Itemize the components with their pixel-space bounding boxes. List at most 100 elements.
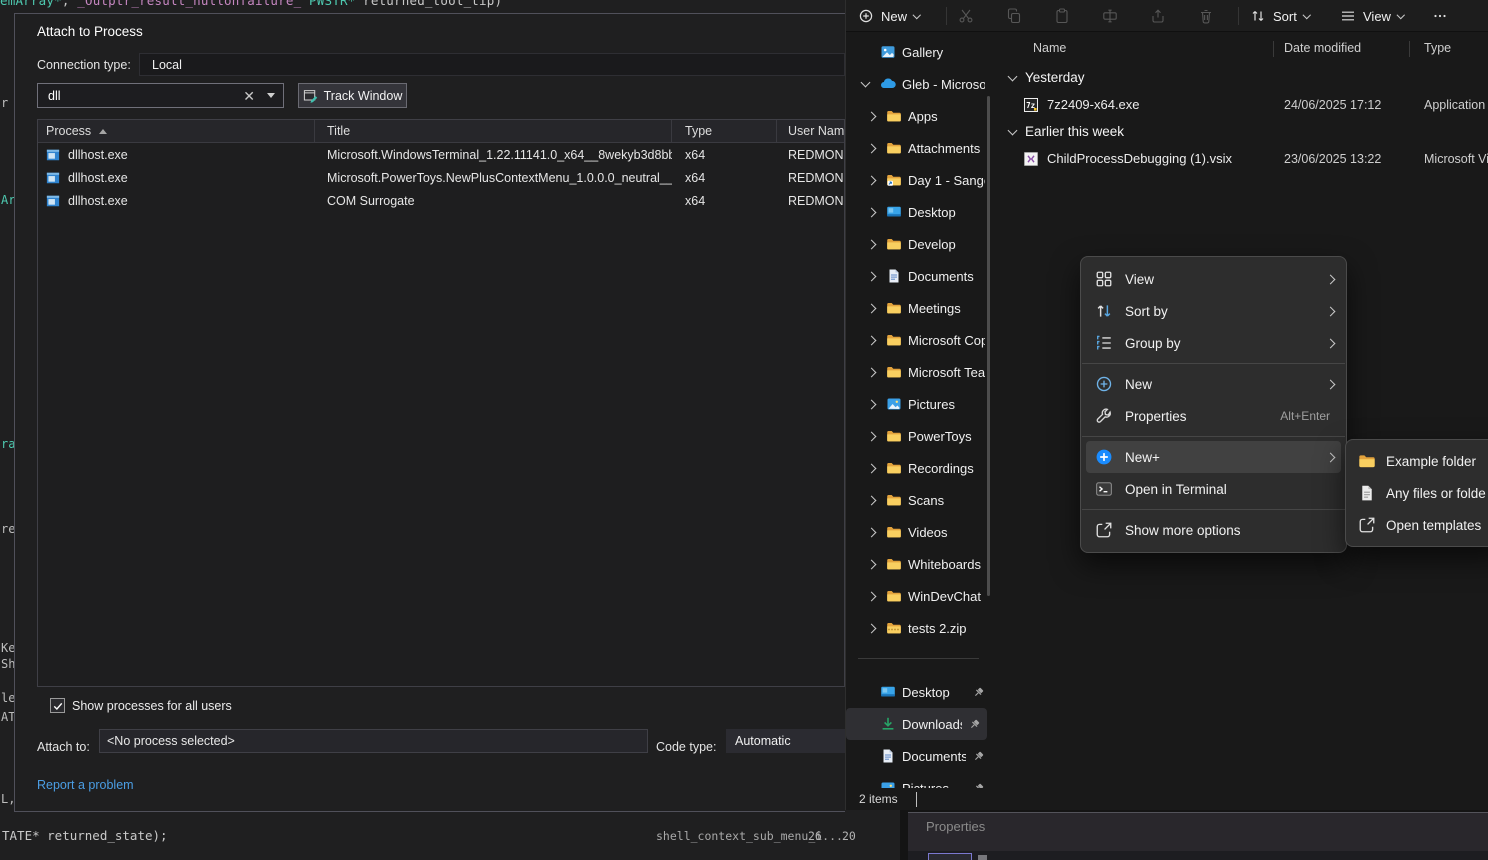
view-button[interactable]: View <box>1340 0 1403 32</box>
sidebar-item-pictures[interactable]: Pictures <box>846 388 991 420</box>
chevron-right-icon[interactable] <box>1326 338 1336 348</box>
sidebar-item-powertoys[interactable]: PowerToys <box>846 420 991 452</box>
sidebar-item-recordings[interactable]: Recordings <box>846 452 991 484</box>
column-header-user[interactable]: User Name <box>777 120 844 142</box>
code-type-field[interactable]: Automatic <box>726 729 845 753</box>
chevron-down-icon[interactable] <box>1008 71 1018 81</box>
file-row-childprocessdebugging-1-vsix[interactable]: ChildProcessDebugging (1).vsix23/06/2025… <box>991 145 1488 172</box>
file-group-yesterday[interactable]: Yesterday <box>991 64 1488 91</box>
properties-focused-control[interactable] <box>928 853 972 860</box>
sidebar-item-documents[interactable]: Documents <box>846 260 991 292</box>
process-filter-box[interactable]: ✕ <box>37 83 284 108</box>
clear-filter-icon[interactable]: ✕ <box>237 89 261 103</box>
track-window-button[interactable]: Track Window <box>298 83 407 108</box>
chevron-right-icon[interactable] <box>866 303 876 313</box>
menu-item-sort-by[interactable]: Sort by <box>1081 295 1346 327</box>
file-type: Microsoft Vi <box>1424 152 1488 166</box>
sidebar-item-microsoft-cop[interactable]: Microsoft Cop <box>846 324 991 356</box>
sidebar-item-apps[interactable]: Apps <box>846 100 991 132</box>
connection-type-combobox[interactable]: Local <box>139 53 845 76</box>
sidebar-item-downloads[interactable]: Downloads <box>846 708 987 740</box>
chevron-slot <box>862 369 880 376</box>
process-row-1[interactable]: dllhost.exeMicrosoft.WindowsTerminal_1.2… <box>38 143 844 166</box>
chevron-right-icon[interactable] <box>866 207 876 217</box>
chevron-right-icon[interactable] <box>1326 379 1336 389</box>
chevron-right-icon[interactable] <box>866 431 876 441</box>
menu-item-view[interactable]: View <box>1081 263 1346 295</box>
column-divider[interactable] <box>1409 41 1410 57</box>
file-row-7z2409-x64-exe[interactable]: 7z7z2409-x64.exe24/06/2025 17:12Applicat… <box>991 91 1488 118</box>
column-header-title[interactable]: Title <box>315 120 672 142</box>
chevron-right-icon[interactable] <box>866 367 876 377</box>
menu-item-show-more-options[interactable]: Show more options <box>1081 514 1346 546</box>
sidebar-item-whiteboards[interactable]: Whiteboards <box>846 548 991 580</box>
column-header-process[interactable]: Process <box>38 120 315 142</box>
menu-item-properties[interactable]: PropertiesAlt+Enter <box>1081 400 1346 432</box>
chevron-right-icon[interactable] <box>866 463 876 473</box>
chevron-right-icon[interactable] <box>866 527 876 537</box>
sidebar-item-day-1-sangee[interactable]: Day 1 - Sangee <box>846 164 991 196</box>
sidebar-item-windevchat-c[interactable]: WinDevChat c <box>846 580 991 612</box>
submenu-item-example-folder[interactable]: Example folder <box>1346 445 1488 477</box>
sidebar-item-microsoft-tear[interactable]: Microsoft Tear <box>846 356 991 388</box>
chevron-right-icon[interactable] <box>1326 452 1336 462</box>
code-type-label: Code type: <box>656 740 716 754</box>
column-header-type[interactable]: Type <box>1424 41 1451 55</box>
chevron-down-icon[interactable] <box>860 78 870 88</box>
properties-toolbar-icon[interactable] <box>978 855 987 860</box>
process-row-3[interactable]: dllhost.exeCOM Surrogatex64REDMOND <box>38 189 844 212</box>
sidebar-scrollbar[interactable] <box>987 96 990 596</box>
sidebar-item-videos[interactable]: Videos <box>846 516 991 548</box>
sidebar-item-develop[interactable]: Develop <box>846 228 991 260</box>
chevron-right-icon[interactable] <box>866 239 876 249</box>
view-lines-icon <box>1340 8 1356 24</box>
menu-item-new[interactable]: New+ <box>1086 441 1341 473</box>
report-a-problem-link[interactable]: Report a problem <box>37 778 134 792</box>
sort-button[interactable]: Sort <box>1250 0 1309 32</box>
chevron-right-icon[interactable] <box>866 111 876 121</box>
chevron-right-icon[interactable] <box>1326 306 1336 316</box>
submenu-item-any-files-or-folde[interactable]: Any files or folde <box>1346 477 1488 509</box>
paste-icon <box>1054 8 1070 24</box>
column-divider[interactable] <box>1273 41 1274 57</box>
sidebar-item-documents[interactable]: Documents <box>846 740 991 772</box>
menu-item-open-in-terminal[interactable]: Open in Terminal <box>1081 473 1346 505</box>
sidebar-item-tests-2-zip[interactable]: tests 2.zip <box>846 612 991 644</box>
chevron-down-icon[interactable] <box>1008 125 1018 135</box>
more-options-button[interactable] <box>1432 0 1448 32</box>
show-all-users-checkbox[interactable] <box>50 698 65 713</box>
column-header-type[interactable]: Type <box>672 120 777 142</box>
new-button[interactable]: New <box>858 0 920 32</box>
chevron-right-icon[interactable] <box>866 175 876 185</box>
file-group-earlier-this-week[interactable]: Earlier this week <box>991 118 1488 145</box>
column-header-name[interactable]: Name <box>1033 41 1066 55</box>
sidebar-item-attachments[interactable]: Attachments <box>846 132 991 164</box>
sidebar-item-gleb-microsoft[interactable]: Gleb - Microsoft <box>846 68 991 100</box>
sidebar-item-desktop[interactable]: Desktop <box>846 676 991 708</box>
sidebar-item-gallery[interactable]: Gallery <box>846 36 991 68</box>
chevron-right-icon[interactable] <box>866 335 876 345</box>
menu-item-label: New <box>1125 377 1327 392</box>
sidebar-item-scans[interactable]: Scans <box>846 484 991 516</box>
submenu-item-open-templates[interactable]: Open templates <box>1346 509 1488 541</box>
chevron-right-icon[interactable] <box>866 271 876 281</box>
chevron-right-icon[interactable] <box>866 495 876 505</box>
chevron-right-icon[interactable] <box>866 143 876 153</box>
attach-to-field[interactable]: <No process selected> <box>99 729 648 753</box>
sidebar-item-desktop[interactable]: Desktop <box>846 196 991 228</box>
column-header-date-modified[interactable]: Date modified <box>1284 41 1361 55</box>
document-icon <box>880 748 896 764</box>
chevron-right-icon[interactable] <box>866 591 876 601</box>
process-filter-input[interactable] <box>46 88 231 104</box>
chevron-right-icon[interactable] <box>1326 274 1336 284</box>
chevron-right-icon[interactable] <box>866 399 876 409</box>
menu-item-new[interactable]: New <box>1081 368 1346 400</box>
new-button-label: New <box>881 9 907 24</box>
menu-item-group-by[interactable]: Group by <box>1081 327 1346 359</box>
filter-dropdown-icon[interactable] <box>267 93 275 98</box>
code-token: , <box>62 0 77 8</box>
sidebar-item-meetings[interactable]: Meetings <box>846 292 991 324</box>
chevron-right-icon[interactable] <box>866 623 876 633</box>
process-row-2[interactable]: dllhost.exeMicrosoft.PowerToys.NewPlusCo… <box>38 166 844 189</box>
chevron-right-icon[interactable] <box>866 559 876 569</box>
